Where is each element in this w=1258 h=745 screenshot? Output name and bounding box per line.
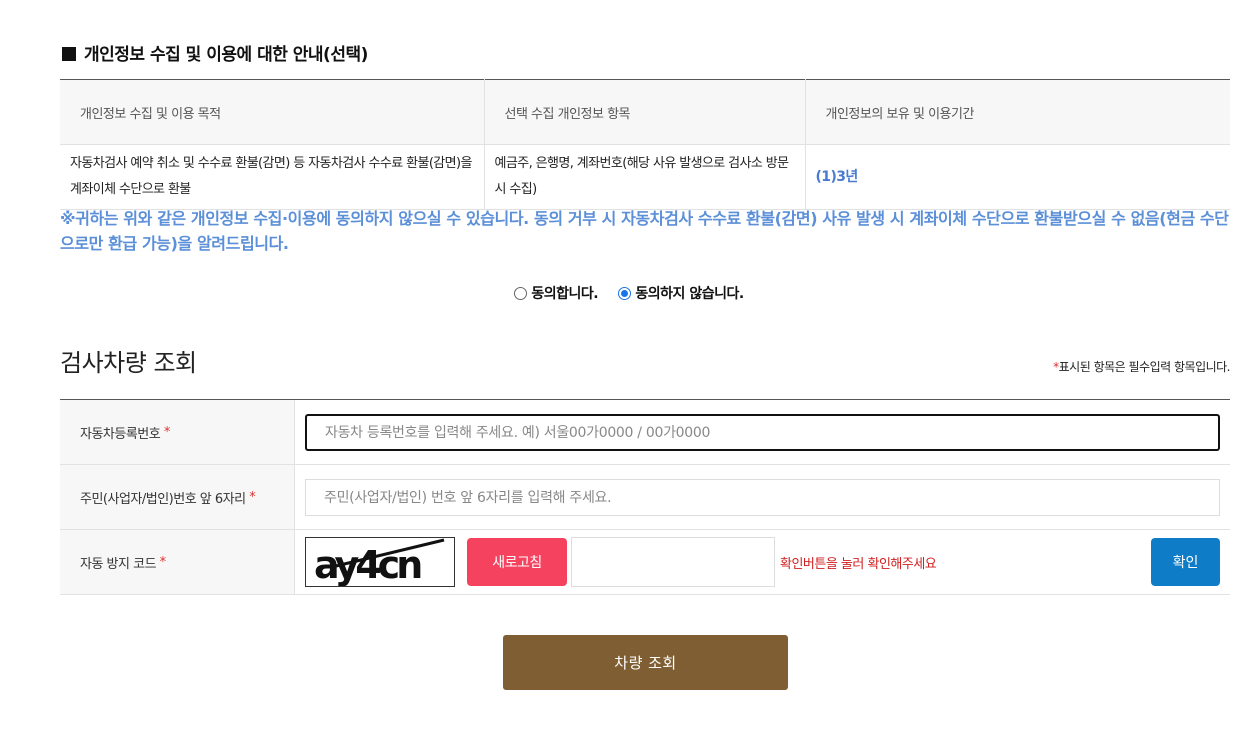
table-row: 자동차검사 예약 취소 및 수수료 환불(감면) 등 자동차검사 수수료 환불(… [60,144,1230,210]
vehicle-search-button[interactable]: 차량 조회 [503,635,788,690]
id-prefix-label-text: 주민(사업자/법인)번호 앞 6자리 [80,491,246,507]
confirm-captcha-button[interactable]: 확인 [1151,538,1220,586]
required-note: *표시된 항목은 필수입력 항목입니다. [1053,358,1230,375]
reg-no-field-cell: 자동차 등록번호를 입력해 주세요. 예) 서울00가0000 / 00가000… [295,400,1230,464]
header-items: 선택 수집 개인정보 항목 [484,79,806,145]
table-header-row: 개인정보 수집 및 이용 목적 선택 수집 개인정보 항목 개인정보의 보유 및… [60,79,1230,145]
form-row-reg-no: 자동차등록번호 * 자동차 등록번호를 입력해 주세요. 예) 서울00가000… [60,400,1230,465]
form-row-id-prefix: 주민(사업자/법인)번호 앞 6자리 * 주민(사업자/법인) 번호 앞 6자리… [60,465,1230,530]
form-row-captcha: 자동 방지 코드 * ay4cn 새로고침 확인버튼을 눌러 확인해주세요 확인 [60,530,1230,595]
agree-radio[interactable] [514,286,528,300]
agree-option[interactable]: 동의합니다. [514,283,599,303]
id-prefix-field-cell: 주민(사업자/법인) 번호 앞 6자리를 입력해 주세요. [295,465,1230,529]
cell-items: 예금주, 은행명, 계좌번호(해당 사유 발생으로 검사소 방문 시 수집) [484,144,806,210]
id-prefix-input[interactable]: 주민(사업자/법인) 번호 앞 6자리를 입력해 주세요. [305,478,1220,516]
required-note-text: 표시된 항목은 필수입력 항목입니다. [1058,360,1231,374]
reg-no-input[interactable]: 자동차 등록번호를 입력해 주세요. 예) 서울00가0000 / 00가000… [305,413,1220,451]
required-mark: * [163,424,171,440]
cell-period: (1)3년 [805,144,1230,210]
reg-no-label: 자동차등록번호 * [60,400,295,464]
cell-purpose: 자동차검사 예약 취소 및 수수료 환불(감면) 등 자동차검사 수수료 환불(… [60,144,485,210]
captcha-field-cell: ay4cn 새로고침 확인버튼을 눌러 확인해주세요 확인 [295,530,1230,594]
disagree-option[interactable]: 동의하지 않습니다. [618,283,744,303]
refresh-captcha-button[interactable]: 새로고침 [467,538,567,586]
id-prefix-label: 주민(사업자/법인)번호 앞 6자리 * [60,465,295,529]
captcha-message: 확인버튼을 눌러 확인해주세요 [780,556,937,572]
captcha-label-text: 자동 방지 코드 [80,556,157,572]
captcha-image: ay4cn [305,537,455,587]
disagree-label: 동의하지 않습니다. [635,286,744,302]
captcha-label: 자동 방지 코드 * [60,530,295,594]
consent-radio-group: 동의합니다. 동의하지 않습니다. [0,283,1258,304]
disagree-radio[interactable] [618,286,632,300]
privacy-title-text: 개인정보 수집 및 이용에 대한 안내(선택) [84,45,368,65]
captcha-input[interactable] [571,537,775,587]
agree-label: 동의합니다. [531,286,599,302]
lookup-title: 검사차량 조회 [60,349,197,377]
required-mark: * [249,489,256,505]
header-purpose: 개인정보 수집 및 이용 목적 [60,79,485,145]
lookup-form: 자동차등록번호 * 자동차 등록번호를 입력해 주세요. 예) 서울00가000… [60,399,1230,595]
required-mark: * [159,554,167,570]
square-bullet-icon [62,47,76,61]
privacy-notice: ※귀하는 위와 같은 개인정보 수집·이용에 동의하지 않으실 수 있습니다. … [60,209,1229,253]
reg-no-label-text: 자동차등록번호 [80,426,161,442]
header-period: 개인정보의 보유 및 이용기간 [805,79,1230,145]
privacy-info-table: 개인정보 수집 및 이용 목적 선택 수집 개인정보 항목 개인정보의 보유 및… [60,79,1230,210]
privacy-section-title: 개인정보 수집 및 이용에 대한 안내(선택) [62,40,368,65]
